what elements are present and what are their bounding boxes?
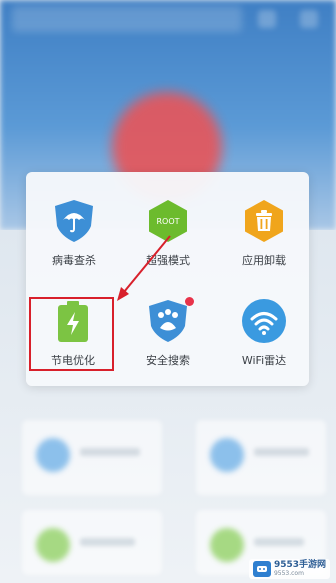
background-text [254,448,309,456]
tool-label: WiFi雷达 [241,354,287,367]
background-title-bar [12,6,242,32]
background-icon [36,528,70,562]
background-text [254,538,304,546]
umbrella-shield-icon [51,198,97,244]
tool-label: 安全搜索 [146,354,190,367]
background-icon [210,528,244,562]
highlight-box [29,297,114,371]
background-icon [36,438,70,472]
root-hexagon-icon: ROOT [145,198,191,244]
tool-super-mode[interactable]: ROOT 超强模式 [128,198,208,278]
wifi-radar-icon [241,298,287,344]
site-logo-icon [252,560,271,577]
tool-label: 应用卸载 [242,254,286,267]
background-icon [300,10,318,28]
watermark-domain: 9553.com [273,570,304,577]
tool-safe-search[interactable]: 安全搜索 [128,298,208,378]
background-text [80,538,135,546]
tool-app-uninstall[interactable]: 应用卸载 [224,198,304,278]
tool-virus-scan[interactable]: 病毒查杀 [34,198,114,278]
paw-shield-icon [145,298,191,344]
tool-label: 病毒查杀 [52,254,96,267]
tool-label: 超强模式 [146,254,190,267]
root-badge-text: ROOT [156,217,179,226]
background-icon [210,438,244,472]
background-text [80,448,140,456]
watermark-brand: 9553手游网 [273,559,326,570]
tool-wifi-radar[interactable]: WiFi雷达 [224,298,304,378]
trash-hexagon-icon [241,198,287,244]
watermark: 9553手游网 9553.com [248,558,330,579]
background-icon [258,10,276,28]
notification-dot [185,297,194,306]
